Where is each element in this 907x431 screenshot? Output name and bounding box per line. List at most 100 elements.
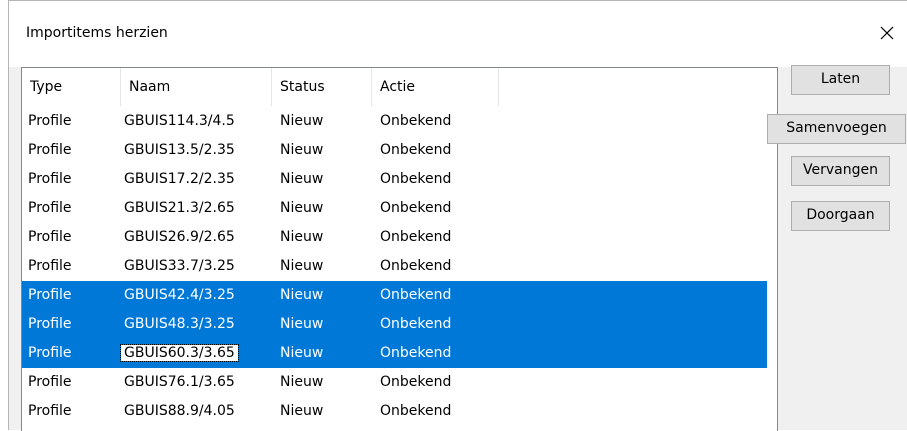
cell-name: GBUIS33.7/3.25 bbox=[124, 252, 235, 281]
cell-name: GBUIS114.3/4.5 bbox=[124, 107, 235, 136]
table-row[interactable]: Profile GBUIS21.3/2.65 Nieuw Onbekend bbox=[22, 194, 767, 223]
cell-action: Onbekend bbox=[380, 310, 451, 339]
cell-status-text: Nieuw bbox=[280, 374, 324, 390]
cell-status: Nieuw bbox=[280, 281, 323, 310]
cell-status-text: Nieuw bbox=[280, 142, 324, 158]
cell-status-text: Nieuw bbox=[280, 316, 324, 332]
column-header-status[interactable]: Status bbox=[272, 68, 372, 106]
cell-type: Profile bbox=[28, 339, 72, 368]
cell-action-text: Onbekend bbox=[380, 403, 452, 419]
cell-type-text: Profile bbox=[28, 258, 72, 274]
cell-type: Profile bbox=[28, 310, 72, 339]
cell-type: Profile bbox=[28, 107, 72, 136]
column-header-action[interactable]: Actie bbox=[372, 68, 499, 106]
cell-type: Profile bbox=[28, 397, 72, 426]
cell-action-text: Onbekend bbox=[380, 229, 452, 245]
cell-action: Onbekend bbox=[380, 165, 451, 194]
cell-type-text: Profile bbox=[28, 374, 72, 390]
cell-status-text: Nieuw bbox=[280, 403, 324, 419]
table-row[interactable]: Profile GBUIS76.1/3.65 Nieuw Onbekend bbox=[22, 368, 767, 397]
close-icon bbox=[880, 26, 894, 40]
cell-name: GBUIS21.3/2.65 bbox=[124, 194, 235, 223]
cell-action-text: Onbekend bbox=[380, 287, 452, 303]
table-row[interactable]: Profile GBUIS33.7/3.25 Nieuw Onbekend bbox=[22, 252, 767, 281]
cell-type-text: Profile bbox=[28, 113, 72, 129]
close-button[interactable] bbox=[873, 19, 901, 47]
import-items-list[interactable]: Type Naam Status Actie Profile GBUIS114.3… bbox=[21, 67, 778, 431]
cell-name-text: GBUIS26.9/2.65 bbox=[124, 229, 235, 245]
cell-type: Profile bbox=[28, 252, 72, 281]
cell-name-text: GBUIS13.5/2.35 bbox=[124, 142, 235, 158]
cell-action: Onbekend bbox=[380, 397, 451, 426]
cell-name-text: GBUIS88.9/4.05 bbox=[124, 403, 235, 419]
leave-button[interactable]: Laten bbox=[791, 65, 890, 95]
cell-name-text: GBUIS17.2/2.35 bbox=[124, 171, 235, 187]
cell-action-text: Onbekend bbox=[380, 200, 452, 216]
cell-name: GBUIS76.1/3.65 bbox=[124, 368, 235, 397]
cell-type: Profile bbox=[28, 223, 72, 252]
cell-name-text: GBUIS114.3/4.5 bbox=[124, 113, 235, 129]
cell-action-text: Onbekend bbox=[380, 258, 452, 274]
review-import-items-dialog: Importitems herzien Type Naam Status Act… bbox=[8, 0, 907, 431]
cell-name-text: GBUIS21.3/2.65 bbox=[124, 200, 235, 216]
cell-action: Onbekend bbox=[380, 339, 451, 368]
cell-status-text: Nieuw bbox=[280, 258, 324, 274]
cell-type: Profile bbox=[28, 165, 72, 194]
cell-action: Onbekend bbox=[380, 252, 451, 281]
cell-name-text: GBUIS33.7/3.25 bbox=[124, 258, 235, 274]
cell-status: Nieuw bbox=[280, 136, 323, 165]
cell-action: Onbekend bbox=[380, 281, 451, 310]
cell-type-text: Profile bbox=[28, 316, 72, 332]
table-row[interactable]: Profile GBUIS114.3/4.5 Nieuw Onbekend bbox=[22, 107, 767, 136]
cell-action: Onbekend bbox=[380, 368, 451, 397]
cell-type-text: Profile bbox=[28, 171, 72, 187]
merge-button[interactable]: Samenvoegen bbox=[767, 114, 906, 144]
cell-status: Nieuw bbox=[280, 223, 323, 252]
column-header-filler bbox=[499, 68, 777, 106]
cell-action-text: Onbekend bbox=[380, 113, 452, 129]
cell-type: Profile bbox=[28, 281, 72, 310]
cell-name-text: GBUIS60.3/3.65 bbox=[120, 344, 239, 362]
cell-name-text: GBUIS76.1/3.65 bbox=[124, 374, 235, 390]
cell-type-text: Profile bbox=[28, 229, 72, 245]
cell-name: GBUIS42.4/3.25 bbox=[124, 281, 235, 310]
cell-action-text: Onbekend bbox=[380, 345, 452, 361]
table-row[interactable]: Profile GBUIS88.9/4.05 Nieuw Onbekend bbox=[22, 397, 767, 426]
cell-action-text: Onbekend bbox=[380, 374, 452, 390]
cell-status-text: Nieuw bbox=[280, 229, 324, 245]
column-header-type[interactable]: Type bbox=[22, 68, 121, 106]
cell-status-text: Nieuw bbox=[280, 113, 324, 129]
cell-type-text: Profile bbox=[28, 142, 72, 158]
continue-button[interactable]: Doorgaan bbox=[791, 201, 890, 231]
cell-status: Nieuw bbox=[280, 165, 323, 194]
cell-action-text: Onbekend bbox=[380, 316, 452, 332]
column-header-name[interactable]: Naam bbox=[121, 68, 272, 106]
cell-type: Profile bbox=[28, 194, 72, 223]
cell-name: GBUIS17.2/2.35 bbox=[124, 165, 235, 194]
cell-action: Onbekend bbox=[380, 223, 451, 252]
cell-type-text: Profile bbox=[28, 403, 72, 419]
cell-status-text: Nieuw bbox=[280, 287, 324, 303]
cell-type: Profile bbox=[28, 136, 72, 165]
cell-name: GBUIS13.5/2.35 bbox=[124, 136, 235, 165]
cell-name: GBUIS60.3/3.65 bbox=[120, 339, 239, 368]
replace-button[interactable]: Vervangen bbox=[791, 156, 890, 186]
table-row[interactable]: Profile GBUIS26.9/2.65 Nieuw Onbekend bbox=[22, 223, 767, 252]
cell-name-text: GBUIS48.3/3.25 bbox=[124, 316, 235, 332]
cell-status: Nieuw bbox=[280, 194, 323, 223]
table-row[interactable]: Profile GBUIS60.3/3.65 Nieuw Onbekend bbox=[22, 339, 767, 368]
cell-status: Nieuw bbox=[280, 310, 323, 339]
table-row[interactable]: Profile GBUIS17.2/2.35 Nieuw Onbekend bbox=[22, 165, 767, 194]
table-row[interactable]: Profile GBUIS13.5/2.35 Nieuw Onbekend bbox=[22, 136, 767, 165]
cell-status: Nieuw bbox=[280, 252, 323, 281]
cell-name: GBUIS48.3/3.25 bbox=[124, 310, 235, 339]
cell-name: GBUIS26.9/2.65 bbox=[124, 223, 235, 252]
cell-status: Nieuw bbox=[280, 107, 323, 136]
cell-action: Onbekend bbox=[380, 194, 451, 223]
table-row[interactable]: Profile GBUIS42.4/3.25 Nieuw Onbekend bbox=[22, 281, 767, 310]
cell-status: Nieuw bbox=[280, 339, 323, 368]
table-row[interactable]: Profile GBUIS48.3/3.25 Nieuw Onbekend bbox=[22, 310, 767, 339]
cell-name: GBUIS88.9/4.05 bbox=[124, 397, 235, 426]
cell-type-text: Profile bbox=[28, 345, 72, 361]
list-header: Type Naam Status Actie bbox=[22, 68, 777, 106]
